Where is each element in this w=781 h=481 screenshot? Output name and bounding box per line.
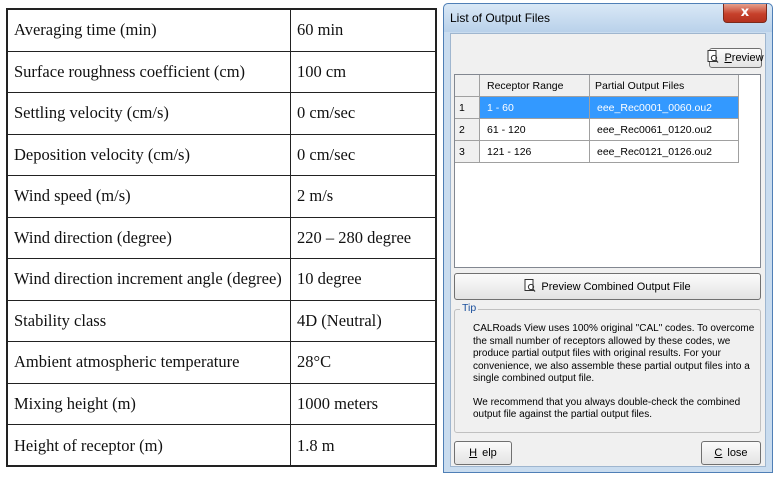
param-value: 2 m/s xyxy=(297,186,334,206)
output-file-cell[interactable]: eee_Rec0061_0120.ou2 xyxy=(590,119,739,141)
document-preview-icon xyxy=(524,278,536,295)
close-button[interactable]: Close xyxy=(701,441,761,465)
param-name: Height of receptor (m) xyxy=(8,425,291,467)
param-value: 10 degree xyxy=(297,269,362,289)
tip-label: Tip xyxy=(460,302,479,314)
table-row[interactable]: 3 121 - 126 eee_Rec0121_0126.ou2 xyxy=(455,141,760,163)
param-name: Deposition velocity (cm/s) xyxy=(8,134,291,175)
param-value: 1.8 m xyxy=(297,435,335,455)
dialog-title: List of Output Files xyxy=(450,11,551,25)
param-row: Surface roughness coefficient (cm) 100 cm xyxy=(8,51,435,93)
param-name: Stability class xyxy=(8,300,291,341)
param-row: Wind speed (m/s) 2 m/s xyxy=(8,176,435,218)
preview-label: Preview xyxy=(724,52,764,64)
param-row: Ambient atmospheric temperature 28°C xyxy=(8,342,435,384)
receptor-range-cell[interactable]: 1 - 60 xyxy=(480,97,590,119)
table-row[interactable]: 1 1 - 60 eee_Rec0001_0060.ou2 xyxy=(455,97,760,119)
param-row: Averaging time (min) 60 min xyxy=(8,10,435,52)
column-header-partial-output-files[interactable]: Partial Output Files xyxy=(590,75,739,97)
param-name: Averaging time (min) xyxy=(8,10,291,51)
param-value: 0 cm/sec xyxy=(297,103,356,123)
receptor-range-cell[interactable]: 121 - 126 xyxy=(480,141,590,163)
param-row: Stability class 4D (Neutral) xyxy=(8,300,435,342)
param-name: Mixing height (m) xyxy=(8,383,291,424)
param-row: Deposition velocity (cm/s) 0 cm/sec xyxy=(8,134,435,176)
receptor-range-cell[interactable]: 61 - 120 xyxy=(480,119,590,141)
output-file-cell[interactable]: eee_Rec0121_0126.ou2 xyxy=(590,141,739,163)
parameters-table: Averaging time (min) 60 min Surface rough… xyxy=(6,8,437,467)
preview-combined-output-button[interactable]: Preview Combined Output File xyxy=(454,273,761,300)
row-number[interactable]: 2 xyxy=(455,119,480,141)
param-name: Ambient atmospheric temperature xyxy=(8,342,291,383)
row-number[interactable]: 1 xyxy=(455,97,480,119)
tip-groupbox: Tip CALRoads View uses 100% original "CA… xyxy=(454,302,761,433)
preview-combined-label: Preview Combined Output File xyxy=(541,280,691,293)
grid-header-row: Receptor Range Partial Output Files xyxy=(455,75,760,97)
tip-paragraph: CALRoads View uses 100% original "CAL" c… xyxy=(473,323,755,384)
param-value: 220 – 280 degree xyxy=(297,227,412,247)
param-name: Wind direction increment angle (degree) xyxy=(8,259,291,300)
dialog-titlebar[interactable]: List of Output Files x xyxy=(444,4,772,32)
output-file-cell[interactable]: eee_Rec0001_0060.ou2 xyxy=(590,97,739,119)
param-row: Settling velocity (cm/s) 0 cm/sec xyxy=(8,93,435,135)
document-preview-icon xyxy=(707,50,719,66)
param-row: Wind direction increment angle (degree) 1… xyxy=(8,259,435,301)
param-row: Mixing height (m) 1000 meters xyxy=(8,383,435,425)
param-value: 60 min xyxy=(297,20,344,40)
param-value: 28°C xyxy=(297,352,332,372)
param-row: Height of receptor (m) 1.8 m xyxy=(8,425,435,467)
preview-button[interactable]: Preview xyxy=(707,48,764,68)
output-files-grid: Receptor Range Partial Output Files 1 1 … xyxy=(454,74,761,268)
output-files-dialog: List of Output Files x Preview Receptor … xyxy=(443,3,773,473)
param-value: 1000 meters xyxy=(297,393,379,413)
column-header-receptor-range[interactable]: Receptor Range xyxy=(480,75,590,97)
window-close-button[interactable]: x xyxy=(723,4,767,23)
param-name: Surface roughness coefficient (cm) xyxy=(8,51,291,92)
param-value: 100 cm xyxy=(297,61,347,81)
dialog-client-area: Preview Receptor Range Partial Output Fi… xyxy=(450,33,766,467)
param-row: Wind direction (degree) 220 – 280 degree xyxy=(8,217,435,259)
row-number[interactable]: 3 xyxy=(455,141,480,163)
grid-corner-cell xyxy=(455,75,480,97)
param-value: 0 cm/sec xyxy=(297,144,356,164)
param-value: 4D (Neutral) xyxy=(297,310,382,330)
param-name: Wind direction (degree) xyxy=(8,217,291,258)
tip-text: CALRoads View uses 100% original "CAL" c… xyxy=(473,323,755,433)
tip-paragraph: We recommend that you always double-chec… xyxy=(473,396,741,421)
param-name: Wind speed (m/s) xyxy=(8,176,291,217)
table-row[interactable]: 2 61 - 120 eee_Rec0061_0120.ou2 xyxy=(455,119,760,141)
help-button[interactable]: Help xyxy=(454,441,512,465)
param-name: Settling velocity (cm/s) xyxy=(8,93,291,134)
